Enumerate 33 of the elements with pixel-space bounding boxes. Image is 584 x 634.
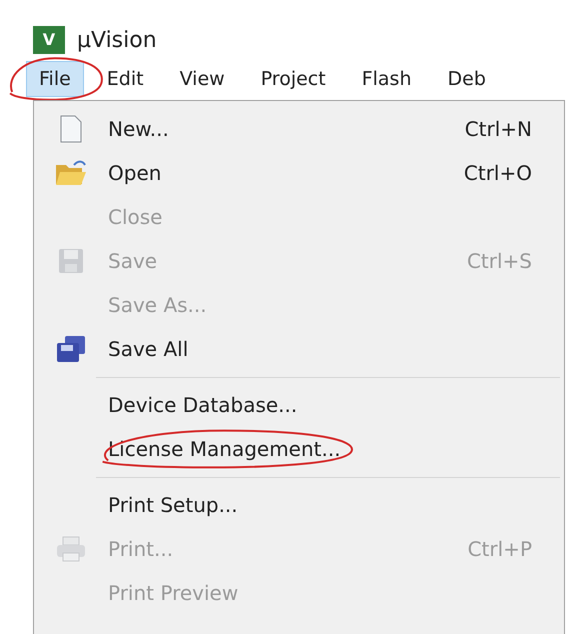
menu-item[interactable]: Save All (34, 327, 564, 371)
menu-item-label: Print Setup... (108, 493, 238, 517)
menu-item-label: Close (108, 205, 162, 229)
menu-item-label: Open (108, 161, 162, 185)
menu-item[interactable]: Device Database... (34, 383, 564, 427)
folder-icon (54, 159, 88, 187)
menu-item-label: Device Database... (108, 393, 298, 417)
menu-bar-item[interactable]: Flash (348, 61, 424, 97)
menu-item[interactable]: License Management... (34, 427, 564, 471)
menu-item-label: License Management... (108, 437, 341, 461)
menu-item-label: Save As... (108, 293, 207, 317)
menu-item[interactable]: Open Ctrl+O (34, 151, 564, 195)
shortcut-label: Ctrl+S (466, 248, 532, 275)
menu-item[interactable]: Print Setup... (34, 483, 564, 527)
shortcut-label: Ctrl+O (464, 160, 532, 187)
menu-bar-item[interactable]: File (26, 61, 84, 97)
shortcut-label: Ctrl+P (468, 536, 532, 563)
menu-bar-item[interactable]: Deb (434, 61, 499, 97)
menu-item-label: Save All (108, 337, 188, 361)
app-logo: V (33, 26, 65, 54)
floppy-disks-icon (55, 335, 87, 363)
menu-bar-item[interactable]: Project (248, 61, 339, 97)
menu-item-label: Print... (108, 537, 174, 561)
menu-item-label: Print Preview (108, 581, 238, 605)
shortcut-label: Ctrl+N (464, 116, 532, 143)
menu-bar-item[interactable]: View (166, 61, 238, 97)
menu-item-label: New... (108, 117, 169, 141)
menu-bar-item[interactable]: Edit (94, 61, 157, 97)
menu-item[interactable]: New... Ctrl+N (34, 107, 564, 151)
menu-item-label: Save (108, 249, 158, 273)
printer-icon (55, 535, 87, 563)
document-icon (58, 115, 84, 143)
window-title: µVision (77, 26, 157, 54)
